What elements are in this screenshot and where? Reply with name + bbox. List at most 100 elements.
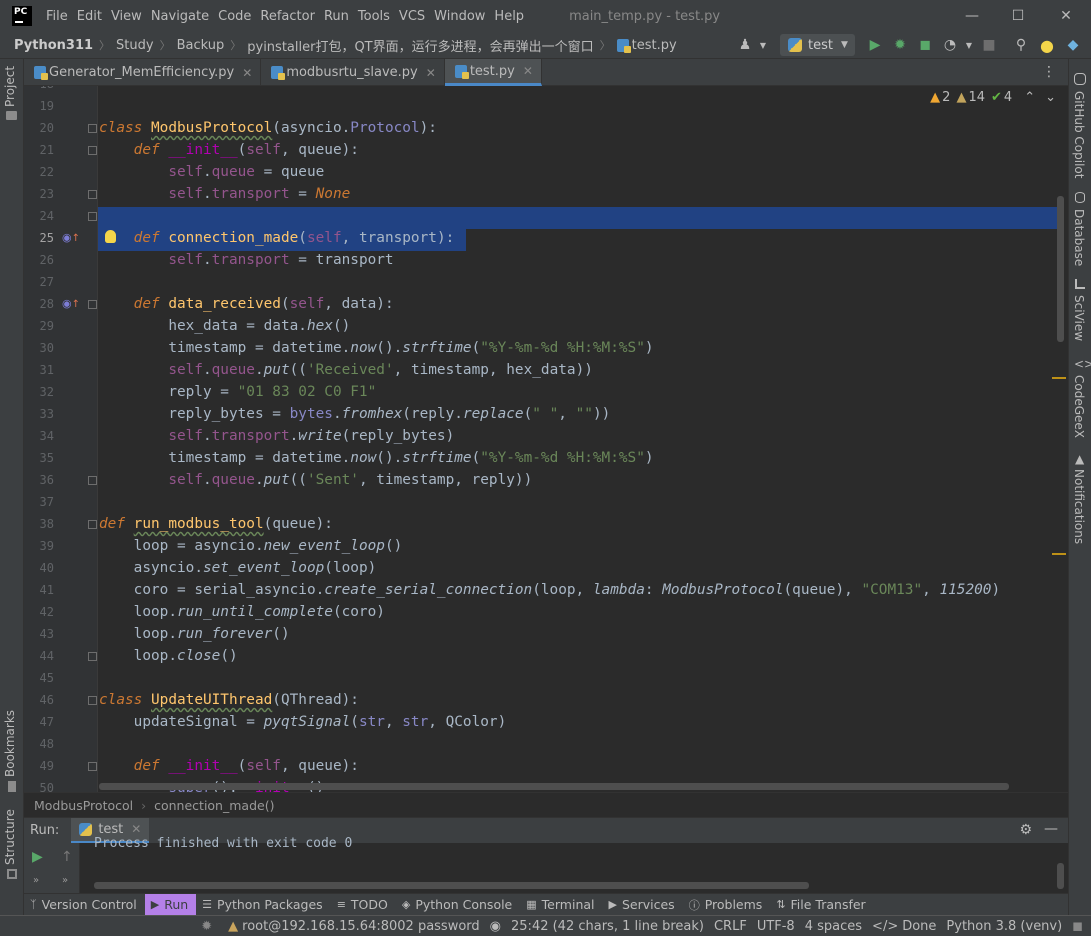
tool-services[interactable]: ▶ Services xyxy=(603,894,683,916)
menu-view[interactable]: View xyxy=(111,9,142,24)
fold-marker-icon[interactable] xyxy=(88,124,97,133)
lock-icon[interactable]: ◼ xyxy=(1072,919,1083,934)
override-marker-icon[interactable]: ◉↑ xyxy=(62,297,80,310)
tool-python-console[interactable]: ◈ Python Console xyxy=(396,894,520,916)
hide-panel-icon[interactable]: — xyxy=(1044,821,1058,837)
close-window-button[interactable]: ✕ xyxy=(1043,0,1089,32)
fold-marker-icon[interactable] xyxy=(88,476,97,485)
sciview-icon xyxy=(1075,279,1085,289)
file-encoding[interactable]: UTF-8 xyxy=(757,919,795,934)
console-horizontal-scrollbar[interactable] xyxy=(94,882,809,889)
tool-terminal[interactable]: ▦ Terminal xyxy=(520,894,602,916)
crumb-backup[interactable]: Backup xyxy=(177,38,225,53)
crumb-file[interactable]: test.py xyxy=(632,38,677,53)
stop-icon[interactable]: ■ xyxy=(980,36,998,54)
arrow-up-icon[interactable]: ↑ xyxy=(61,849,73,865)
fold-marker-icon[interactable] xyxy=(88,300,97,309)
tool-problems[interactable]: ⓘ Problems xyxy=(683,894,771,916)
menu-help[interactable]: Help xyxy=(494,9,524,24)
coverage-icon[interactable]: ◼ xyxy=(916,36,934,54)
sciview-tool-tab[interactable]: SciView xyxy=(1072,295,1086,341)
chevron-down-icon[interactable]: ▼ xyxy=(754,36,772,54)
tab-modbusrtu-slave[interactable]: modbusrtu_slave.py ✕ xyxy=(261,59,445,86)
tool-python-packages[interactable]: ☰ Python Packages xyxy=(196,894,331,916)
menu-refactor[interactable]: Refactor xyxy=(260,9,315,24)
crumb-folder[interactable]: pyinstaller打包，QT界面，运行多进程，会再弹出一个窗口 xyxy=(247,36,593,55)
error-stripe-mark[interactable] xyxy=(1052,553,1066,555)
close-icon[interactable]: ✕ xyxy=(523,64,533,78)
notifications-tool-tab[interactable]: Notifications xyxy=(1072,469,1086,544)
status-done[interactable]: Done xyxy=(902,919,936,934)
menu-window[interactable]: Window xyxy=(434,9,485,24)
copilot-tool-tab[interactable]: GitHub Copilot xyxy=(1072,91,1086,178)
interpreter-select[interactable]: Python 3.8 (venv) xyxy=(946,919,1062,934)
menu-file[interactable]: File xyxy=(46,9,68,24)
debug-icon[interactable]: ✹ xyxy=(891,36,909,54)
run-icon[interactable]: ▶ xyxy=(866,36,884,54)
run-console[interactable]: ▶ ↑ » » Process finished with exit code … xyxy=(24,836,1068,893)
bookmarks-tool-tab[interactable]: Bookmarks xyxy=(3,710,17,777)
indent-setting[interactable]: 4 spaces xyxy=(805,919,862,934)
fold-marker-icon[interactable] xyxy=(88,762,97,771)
codegeex-tool-tab[interactable]: CodeGeeX xyxy=(1072,375,1086,438)
minimize-button[interactable]: — xyxy=(949,0,995,32)
line-separator[interactable]: CRLF xyxy=(714,919,747,934)
tool-version-control[interactable]: ᛉ Version Control xyxy=(24,894,145,916)
code-token: self xyxy=(168,186,203,202)
fold-marker-icon[interactable] xyxy=(88,652,97,661)
rerun-icon[interactable]: ▶ xyxy=(32,849,43,865)
more-vertical-icon[interactable]: ⋮ xyxy=(1042,64,1056,80)
close-icon[interactable]: ✕ xyxy=(426,66,436,80)
expand-icon[interactable]: » xyxy=(62,875,68,886)
tool-todo[interactable]: ≡ TODO xyxy=(331,894,396,916)
maximize-button[interactable]: ☐ xyxy=(995,0,1041,32)
menu-edit[interactable]: Edit xyxy=(77,9,102,24)
gear-icon[interactable]: ⚙ xyxy=(1019,822,1032,838)
tab-generator-memefficiency[interactable]: Generator_MemEfficiency.py ✕ xyxy=(24,59,262,86)
caret-position[interactable]: 25:42 (42 chars, 1 line break) xyxy=(511,919,704,934)
search-icon[interactable]: ⚲ xyxy=(1012,36,1030,54)
vertical-scrollbar[interactable] xyxy=(1057,196,1064,342)
project-tool-tab[interactable]: Project xyxy=(3,66,17,107)
code-token: __init__ xyxy=(168,758,238,774)
copilot-status-icon[interactable]: ◉ xyxy=(490,919,501,934)
theme-icon[interactable]: ● xyxy=(1038,36,1056,55)
close-icon[interactable]: ✕ xyxy=(242,66,252,80)
fold-marker-icon[interactable] xyxy=(88,212,97,221)
crumb-study[interactable]: Study xyxy=(116,38,154,53)
ide-logo-icon[interactable]: ◆ xyxy=(1064,36,1082,54)
database-tool-tab[interactable]: Database xyxy=(1072,209,1086,266)
tool-run[interactable]: ▶ Run xyxy=(144,893,197,916)
profile-icon[interactable]: ◔ xyxy=(941,36,959,54)
chevron-down-icon[interactable]: ▼ xyxy=(960,36,978,54)
crumb-project[interactable]: Python311 xyxy=(14,38,93,53)
error-stripe-mark[interactable] xyxy=(1052,377,1066,379)
console-vertical-scrollbar[interactable] xyxy=(1057,863,1064,889)
code-token: () xyxy=(220,648,238,664)
fold-marker-icon[interactable] xyxy=(88,190,97,199)
code-editor[interactable]: ▲ 2 ▲ 14 ✔ 4 ⌃ ⌄ class ModbusProtocol(async… xyxy=(24,86,1068,792)
run-config-select[interactable]: test ▼ xyxy=(780,34,855,56)
horizontal-scrollbar[interactable] xyxy=(99,783,1009,790)
close-icon[interactable]: ✕ xyxy=(131,822,141,836)
menu-run[interactable]: Run xyxy=(324,9,349,24)
menu-code[interactable]: Code xyxy=(218,9,251,24)
fold-marker-icon[interactable] xyxy=(88,696,97,705)
crumb-method[interactable]: connection_made() xyxy=(154,798,274,813)
expand-icon[interactable]: » xyxy=(33,875,39,886)
fold-marker-icon[interactable] xyxy=(88,146,97,155)
menu-tools[interactable]: Tools xyxy=(358,9,390,24)
menu-vcs[interactable]: VCS xyxy=(399,9,425,24)
crumb-class[interactable]: ModbusProtocol xyxy=(34,798,133,813)
code-line: self.queue = queue xyxy=(99,161,324,183)
remote-host[interactable]: root@192.168.15.64:8002 password xyxy=(242,919,480,934)
fold-marker-icon[interactable] xyxy=(88,520,97,529)
tab-test-py[interactable]: test.py ✕ xyxy=(444,59,542,86)
override-marker-icon[interactable]: ◉↑ xyxy=(62,231,80,244)
menu-navigate[interactable]: Navigate xyxy=(151,9,209,24)
lightbulb-icon[interactable] xyxy=(105,230,116,243)
user-icon[interactable]: ♟ xyxy=(736,36,754,54)
tool-file-transfer[interactable]: ⇅ File Transfer xyxy=(770,894,873,916)
structure-tool-tab[interactable]: Structure xyxy=(3,809,17,865)
